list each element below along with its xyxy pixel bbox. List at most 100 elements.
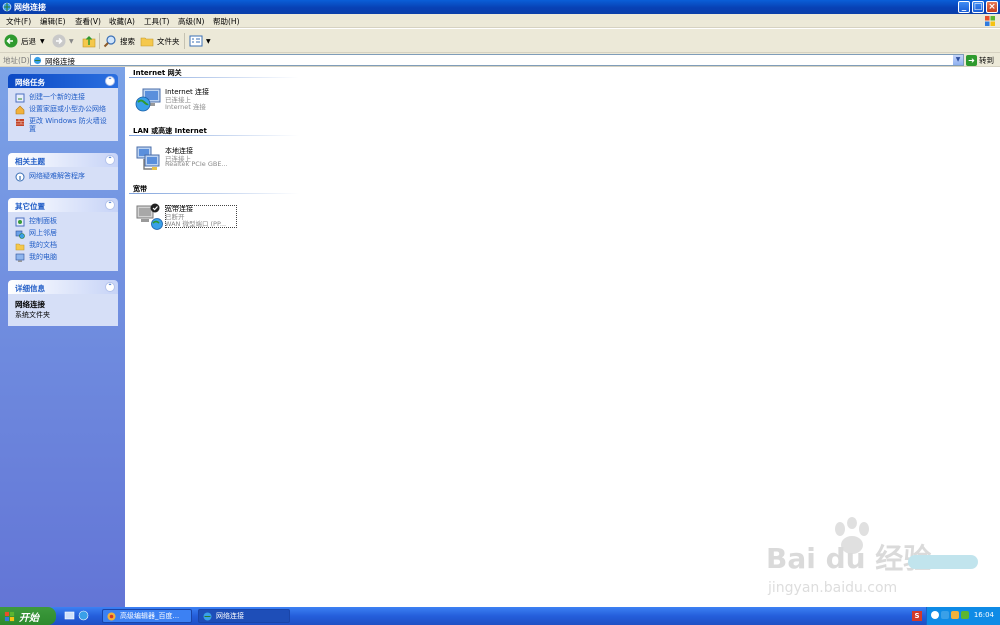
collapse-icon[interactable]: ⌃ [105, 200, 115, 210]
views-button[interactable]: ▼ [189, 32, 211, 50]
watermark-text: Bai du 经验 [766, 542, 932, 575]
details-panel: 详细信息 ⌃ 网络连接 系统文件夹 [8, 280, 118, 326]
back-label: 后退 [21, 36, 36, 46]
network-connections-icon [203, 612, 212, 620]
minimize-button[interactable]: _ [958, 1, 970, 13]
search-label: 搜索 [120, 36, 135, 46]
connection-internet[interactable]: Internet 连接 已连接上 Internet 连接 [133, 86, 237, 112]
folders-button[interactable]: 文件夹 [140, 32, 180, 50]
close-button[interactable]: × [986, 1, 998, 13]
watermark-url: jingyan.baidu.com [768, 580, 898, 596]
place-network-neighborhood[interactable]: 网上邻居 [15, 229, 112, 239]
menu-help[interactable]: 帮助(H) [213, 16, 240, 27]
search-button[interactable]: 搜索 [103, 32, 135, 50]
start-label: 开始 [19, 612, 39, 624]
go-arrow-icon: ➜ [966, 54, 977, 66]
window-title: 网络连接 [14, 3, 46, 12]
details-name: 网络连接 [15, 300, 45, 309]
lan-icon [136, 146, 160, 170]
taskbar-item-editor[interactable]: 高级编辑器_百度... [102, 609, 192, 623]
other-places-header[interactable]: 其它位置 ⌃ [8, 198, 118, 212]
forward-arrow-icon [52, 34, 66, 48]
internet-gateway-icon [135, 88, 161, 112]
watermark-brush [908, 555, 978, 569]
menu-bar: 文件(F) 编辑(E) 查看(V) 收藏(A) 工具(T) 高级(N) 帮助(H… [0, 14, 1000, 28]
place-label: 我的电脑 [29, 253, 57, 261]
menu-favorites[interactable]: 收藏(A) [109, 16, 135, 27]
menu-file[interactable]: 文件(F) [6, 16, 31, 27]
windows-logo-icon [985, 16, 995, 26]
tray-help-icon[interactable] [931, 611, 939, 619]
maximize-button[interactable]: □ [972, 1, 984, 13]
baidu-watermark: Bai du 经验 jingyan.baidu.com [760, 515, 980, 605]
windows-flag-icon [4, 611, 15, 621]
place-my-computer[interactable]: 我的电脑 [15, 253, 112, 263]
tray-network-icon[interactable] [941, 611, 949, 619]
home-network-icon [15, 105, 25, 115]
other-places-panel: 其它位置 ⌃ 控制面板 网上邻居 我的文档 我的电脑 [8, 198, 118, 271]
connection-broadband[interactable]: 宽带连接 已断开 WAN 微型端口 (PP... [133, 203, 237, 230]
menu-view[interactable]: 查看(V) [75, 16, 101, 27]
up-folder-button[interactable] [82, 32, 99, 50]
back-button[interactable]: 后退 ▼ [4, 32, 45, 50]
taskbar-item-network-connections[interactable]: 网络连接 [198, 609, 290, 623]
back-arrow-icon [4, 34, 18, 48]
address-input[interactable]: 网络连接 ▼ [30, 54, 964, 66]
connection-local-area[interactable]: 本地连接 已连接上 Realtek PCIe GBE... [133, 145, 237, 171]
task-label: 更改 Windows 防火墙设置 [29, 117, 107, 133]
browser-icon [107, 612, 116, 620]
place-label: 控制面板 [29, 217, 57, 225]
network-connections-icon [2, 2, 12, 12]
tray-shield-icon[interactable] [951, 611, 959, 619]
views-dropdown-icon[interactable]: ▼ [206, 38, 211, 45]
tray-volume-icon[interactable] [961, 611, 969, 619]
toolbar: 后退 ▼ ▼ 搜索 文件夹 ▼ [0, 29, 1000, 53]
group-divider [129, 193, 299, 194]
address-dropdown-icon[interactable]: ▼ [953, 55, 963, 65]
forward-dropdown-icon[interactable]: ▼ [69, 38, 74, 45]
task-label: 设置家庭或小型办公网络 [29, 105, 106, 113]
place-my-documents[interactable]: 我的文档 [15, 241, 112, 251]
taskbar: 开始 高级编辑器_百度... 网络连接 S 16:04 [0, 607, 1000, 625]
show-desktop-icon[interactable] [64, 610, 75, 621]
input-method-icon[interactable]: S [912, 611, 922, 621]
menu-edit[interactable]: 编辑(E) [40, 16, 66, 27]
collapse-icon[interactable]: ⌃ [105, 76, 115, 86]
task-network-troubleshooter[interactable]: 网络疑难解答程序 [15, 172, 112, 182]
address-bar: 地址(D) 网络连接 ▼ ➜ 转到 [0, 53, 1000, 67]
network-tasks-header[interactable]: 网络任务 ⌃ [8, 74, 118, 88]
details-header[interactable]: 详细信息 ⌃ [8, 280, 118, 294]
taskbar-item-label: 高级编辑器_百度... [120, 612, 180, 620]
taskbar-item-label: 网络连接 [216, 612, 244, 620]
go-button[interactable]: ➜ 转到 [966, 54, 994, 66]
forward-button[interactable]: ▼ [52, 32, 74, 50]
system-tray: 16:04 [926, 607, 1000, 625]
task-pane: 网络任务 ⌃ 创建一个新的连接 设置家庭或小型办公网络 更改 Windows 防… [0, 67, 125, 607]
details-type: 系统文件夹 [15, 311, 50, 319]
details-title: 详细信息 [15, 284, 45, 293]
info-icon [15, 172, 25, 182]
title-bar[interactable]: 网络连接 _ □ × [0, 0, 1000, 14]
task-create-connection[interactable]: 创建一个新的连接 [15, 93, 112, 103]
start-button[interactable]: 开始 [0, 607, 56, 625]
place-label: 我的文档 [29, 241, 57, 249]
task-firewall-settings[interactable]: 更改 Windows 防火墙设置 [15, 117, 112, 133]
task-setup-home-network[interactable]: 设置家庭或小型办公网络 [15, 105, 112, 115]
collapse-icon[interactable]: ⌃ [105, 155, 115, 165]
task-label: 创建一个新的连接 [29, 93, 85, 101]
go-label: 转到 [979, 55, 994, 65]
search-icon [103, 35, 116, 48]
related-topics-title: 相关主题 [15, 157, 45, 166]
up-folder-icon [82, 35, 96, 48]
place-control-panel[interactable]: 控制面板 [15, 217, 112, 227]
firewall-icon [16, 119, 24, 126]
back-dropdown-icon[interactable]: ▼ [40, 38, 45, 45]
network-neighborhood-icon [15, 230, 25, 239]
folders-label: 文件夹 [157, 36, 180, 46]
related-topics-header[interactable]: 相关主题 ⌃ [8, 153, 118, 167]
menu-advanced[interactable]: 高级(N) [178, 16, 204, 27]
menu-tools[interactable]: 工具(T) [144, 16, 169, 27]
network-connections-icon [33, 56, 42, 65]
internet-explorer-icon[interactable] [78, 610, 89, 621]
collapse-icon[interactable]: ⌃ [105, 282, 115, 292]
